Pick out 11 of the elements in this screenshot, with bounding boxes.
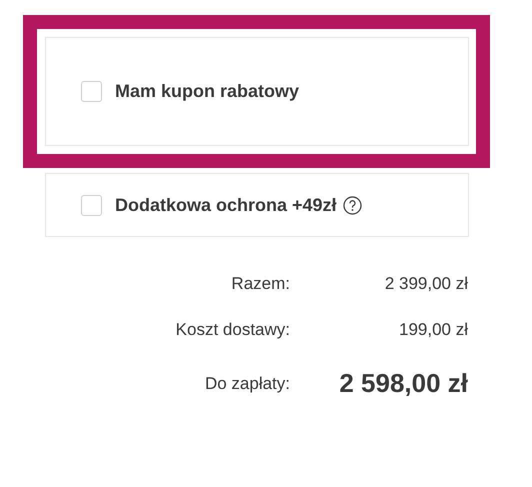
summary-amount: 199,00 zł [398,318,468,340]
checkbox[interactable] [81,194,102,216]
summary-label: Do zapłaty: [204,372,290,395]
help-icon[interactable] [342,196,362,214]
checkbox[interactable] [81,81,102,102]
summary-label: Razem: [230,273,290,295]
option-label: Dodatkowa ochrona +49zł [115,194,337,216]
summary-amount: 2 399,00 zł [384,273,468,295]
summary-label: Koszt dostawy: [174,318,290,340]
option-label: Mam kupon rabatowy [115,80,300,103]
total-amount: 2 598,00 zł [338,367,468,400]
